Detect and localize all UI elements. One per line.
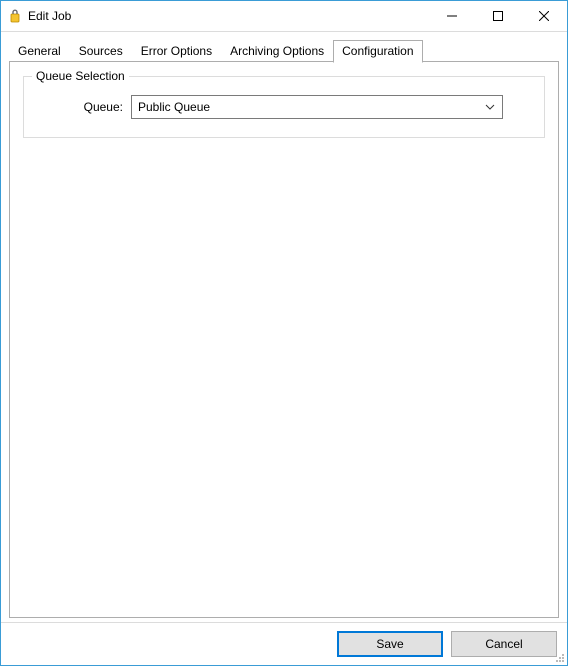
button-label: Save	[376, 637, 403, 651]
tab-label: Archiving Options	[230, 44, 324, 58]
client-area: General Sources Error Options Archiving …	[1, 32, 567, 622]
resize-grip[interactable]	[553, 651, 565, 663]
window-controls	[429, 1, 567, 31]
edit-job-window: Edit Job General Sources Error Options A…	[0, 0, 568, 666]
close-button[interactable]	[521, 1, 567, 31]
cancel-button[interactable]: Cancel	[451, 631, 557, 657]
tab-general[interactable]: General	[9, 40, 70, 62]
window-title: Edit Job	[28, 9, 71, 23]
minimize-button[interactable]	[429, 1, 475, 31]
app-icon	[7, 8, 23, 24]
queue-value: Public Queue	[138, 100, 482, 114]
maximize-button[interactable]	[475, 1, 521, 31]
tab-label: General	[18, 44, 61, 58]
save-button[interactable]: Save	[337, 631, 443, 657]
titlebar: Edit Job	[1, 1, 567, 32]
tab-archiving-options[interactable]: Archiving Options	[221, 40, 333, 62]
tab-panel-configuration: Queue Selection Queue: Public Queue	[9, 61, 559, 618]
queue-selection-group: Queue Selection Queue: Public Queue	[23, 76, 545, 138]
tab-strip: General Sources Error Options Archiving …	[9, 40, 559, 61]
tab-error-options[interactable]: Error Options	[132, 40, 221, 62]
button-label: Cancel	[485, 637, 522, 651]
queue-row: Queue: Public Queue	[38, 95, 530, 119]
tab-label: Sources	[79, 44, 123, 58]
group-legend: Queue Selection	[32, 69, 129, 83]
tab-label: Configuration	[342, 44, 413, 58]
tab-configuration[interactable]: Configuration	[333, 40, 422, 63]
tab-label: Error Options	[141, 44, 212, 58]
dialog-button-bar: Save Cancel	[1, 622, 567, 665]
queue-label: Queue:	[38, 100, 131, 114]
chevron-down-icon	[482, 104, 498, 110]
tab-sources[interactable]: Sources	[70, 40, 132, 62]
queue-combobox[interactable]: Public Queue	[131, 95, 503, 119]
